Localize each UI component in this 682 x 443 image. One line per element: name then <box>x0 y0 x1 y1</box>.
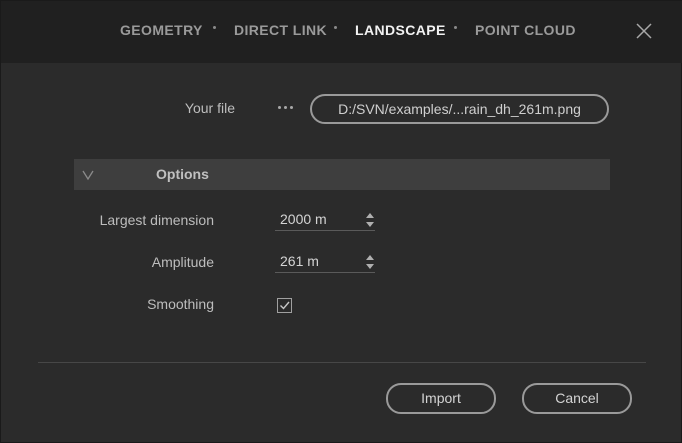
options-title: Options <box>156 166 209 182</box>
tab-direct-link[interactable]: DIRECT LINK <box>234 22 327 38</box>
chevron-down-icon[interactable] <box>81 168 95 181</box>
close-icon[interactable] <box>634 21 654 41</box>
amplitude-value: 261 m <box>280 253 319 269</box>
landscape-import-dialog: GEOMETRY DIRECT LINK LANDSCAPE POINT CLO… <box>0 0 682 443</box>
largest-dimension-label: Largest dimension <box>99 212 214 228</box>
checkmark-icon <box>280 301 290 310</box>
amplitude-label: Amplitude <box>151 254 214 270</box>
tab-geometry[interactable]: GEOMETRY <box>120 22 203 38</box>
import-button[interactable]: Import <box>386 383 496 414</box>
spinner-arrows-icon[interactable] <box>365 212 375 228</box>
smoothing-checkbox[interactable] <box>277 298 292 313</box>
file-path-field[interactable]: D:/SVN/examples/...rain_dh_261m.png <box>310 94 609 124</box>
cancel-button[interactable]: Cancel <box>522 383 632 414</box>
smoothing-label: Smoothing <box>147 296 214 312</box>
options-section-header[interactable]: Options <box>74 159 610 190</box>
tab-separator <box>213 26 216 29</box>
largest-dimension-value: 2000 m <box>280 211 327 227</box>
largest-dimension-input[interactable]: 2000 m <box>275 209 375 231</box>
tab-point-cloud[interactable]: POINT CLOUD <box>475 22 576 38</box>
tab-landscape[interactable]: LANDSCAPE <box>355 22 446 38</box>
spinner-arrows-icon[interactable] <box>365 254 375 270</box>
ellipsis-icon[interactable] <box>277 100 295 114</box>
tabs: GEOMETRY DIRECT LINK LANDSCAPE POINT CLO… <box>1 1 682 63</box>
tab-separator <box>454 26 457 29</box>
footer-divider <box>38 362 646 363</box>
tab-bar: GEOMETRY DIRECT LINK LANDSCAPE POINT CLO… <box>1 1 682 63</box>
amplitude-input[interactable]: 261 m <box>275 251 375 273</box>
your-file-label: Your file <box>184 100 235 116</box>
tab-separator <box>334 26 337 29</box>
